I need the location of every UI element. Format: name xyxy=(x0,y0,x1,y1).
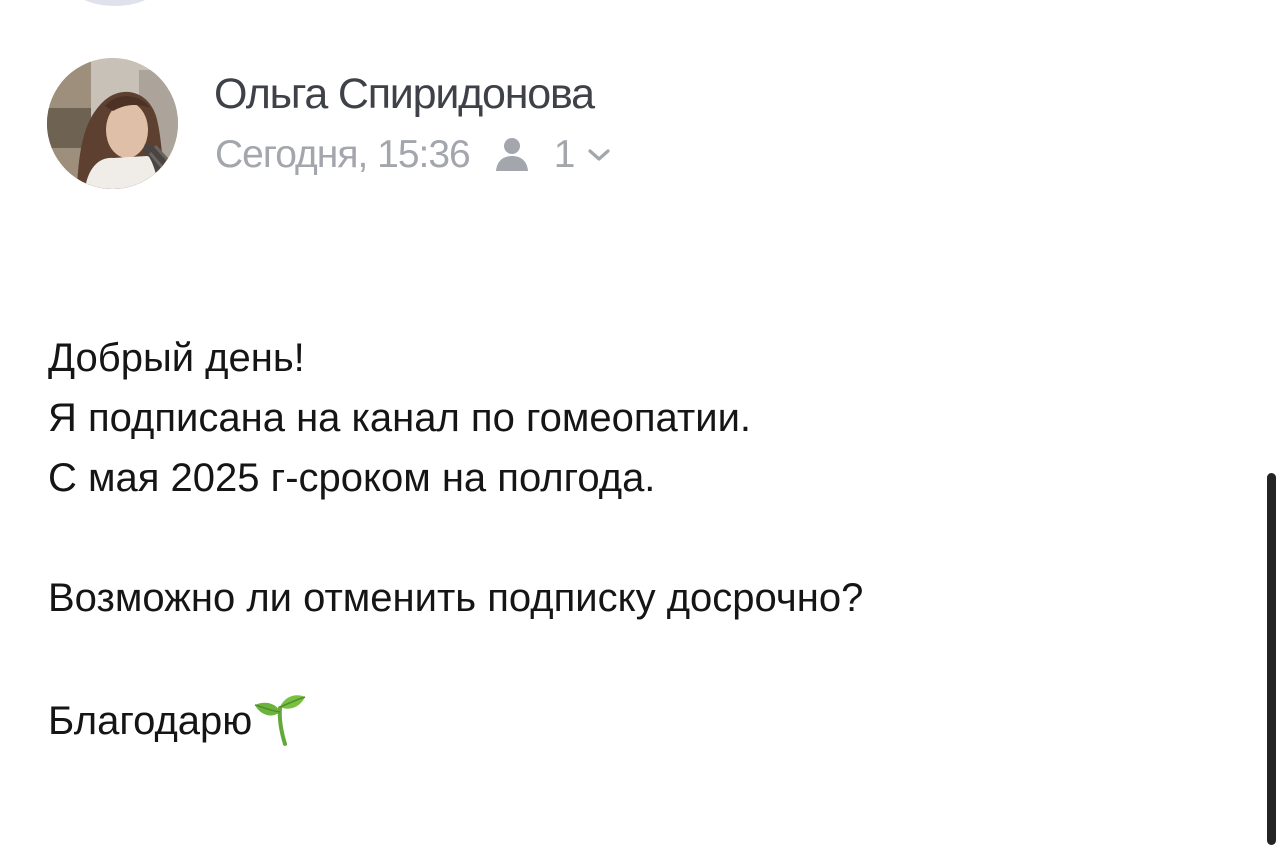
chevron-down-icon[interactable] xyxy=(587,145,611,165)
message-timestamp: Сегодня, 15:36 xyxy=(215,133,471,176)
sprout-icon xyxy=(250,688,310,748)
recipient-count[interactable]: 1 xyxy=(554,132,576,178)
greeting-line: Добрый день! xyxy=(48,336,305,380)
closing-line: Благодарю xyxy=(48,688,1228,748)
message-body: Добрый день! Я подписана на канал по гом… xyxy=(48,328,1228,748)
closing-text: Благодарю xyxy=(48,699,253,743)
avatar-photo xyxy=(47,58,178,189)
avatar[interactable] xyxy=(47,58,178,189)
message-line-question: Возможно ли отменить подписку досрочно? xyxy=(48,576,864,620)
previous-message-avatar-fragment xyxy=(70,0,160,6)
message-meta: Сегодня, 15:36 1 xyxy=(215,132,611,178)
message-line-subscription: Я подписана на канал по гомеопатии. xyxy=(48,396,752,440)
vertical-scrollbar[interactable] xyxy=(1267,473,1276,845)
sender-name[interactable]: Ольга Спиридонова xyxy=(214,69,595,119)
message-header: Ольга Спиридонова Сегодня, 15:36 1 xyxy=(47,58,847,190)
recipient-person-icon[interactable] xyxy=(494,136,530,174)
message-line-period: С мая 2025 г-сроком на полгода. xyxy=(48,456,656,500)
